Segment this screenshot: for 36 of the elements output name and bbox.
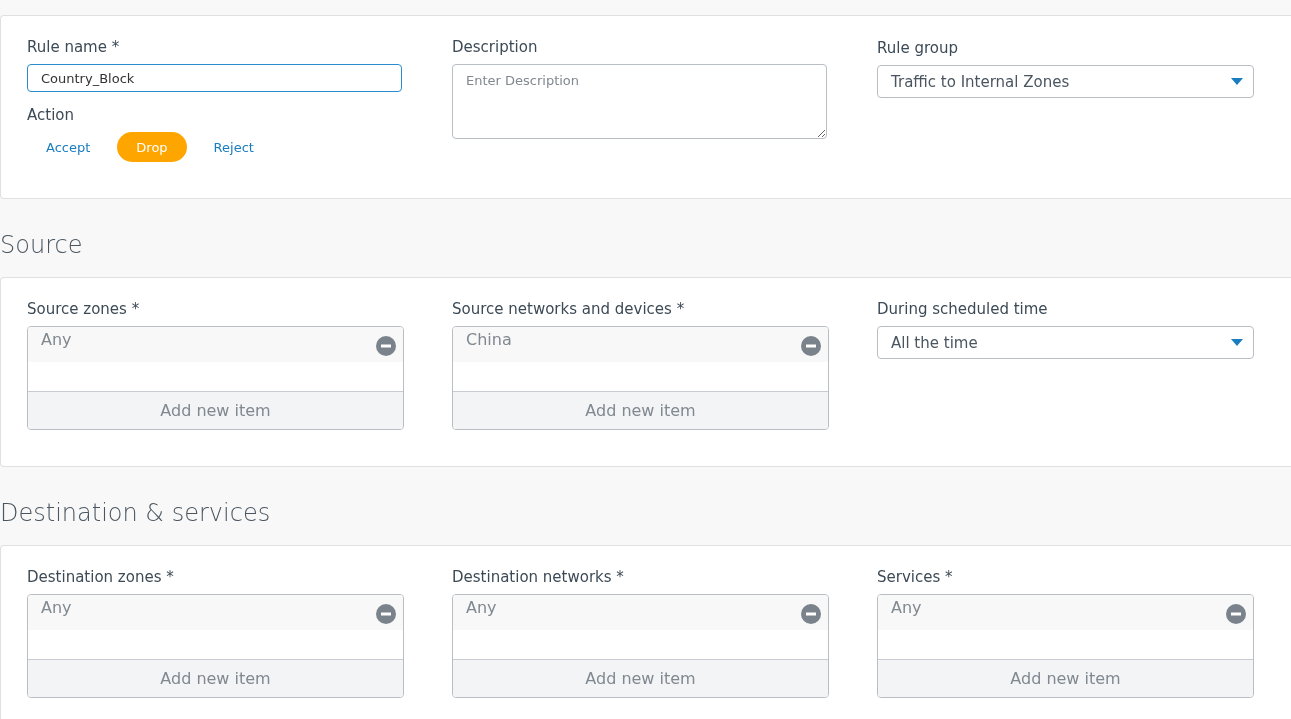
remove-icon[interactable]: [376, 336, 396, 356]
dropdown[interactable]: All the time: [877, 326, 1254, 359]
list-item: Any: [891, 598, 922, 617]
field-label: Services *: [877, 568, 954, 586]
field-label: During scheduled time: [877, 300, 1049, 318]
add-item-button[interactable]: Add new item: [453, 660, 828, 697]
list-item: China: [466, 330, 512, 349]
field-label: Description: [452, 38, 539, 56]
add-item-button[interactable]: Add new item: [28, 660, 403, 697]
list-item: Any: [41, 598, 72, 617]
dropdown[interactable]: Traffic to Internal Zones: [877, 65, 1254, 98]
remove-icon[interactable]: [1226, 604, 1246, 624]
action-option[interactable]: Accept: [27, 132, 110, 162]
list-item: Any: [466, 598, 497, 617]
field-label: Destination zones *: [27, 568, 175, 586]
action-option[interactable]: Reject: [194, 132, 273, 162]
input-field[interactable]: Country_Block: [27, 64, 402, 92]
action-option[interactable]: Drop: [117, 132, 187, 162]
add-item-button[interactable]: Add new item: [28, 392, 403, 429]
remove-icon[interactable]: [376, 604, 396, 624]
input-field[interactable]: Enter Description: [452, 64, 827, 139]
field-label: Destination networks *: [452, 568, 625, 586]
caret-icon: [1231, 78, 1243, 85]
caret-icon: [1231, 339, 1243, 346]
remove-icon[interactable]: [801, 336, 821, 356]
remove-icon[interactable]: [801, 604, 821, 624]
section-title: Destination & services: [0, 498, 272, 529]
field-label: Rule group: [877, 39, 959, 57]
field-label: Source zones *: [27, 300, 141, 318]
list-item: Any: [41, 330, 72, 349]
add-item-button[interactable]: Add new item: [453, 392, 828, 429]
field-label: Rule name *: [27, 38, 121, 56]
field-label: Action: [27, 106, 75, 124]
section-title: Source: [0, 230, 84, 261]
field-label: Source networks and devices *: [452, 300, 686, 318]
add-item-button[interactable]: Add new item: [878, 660, 1253, 697]
